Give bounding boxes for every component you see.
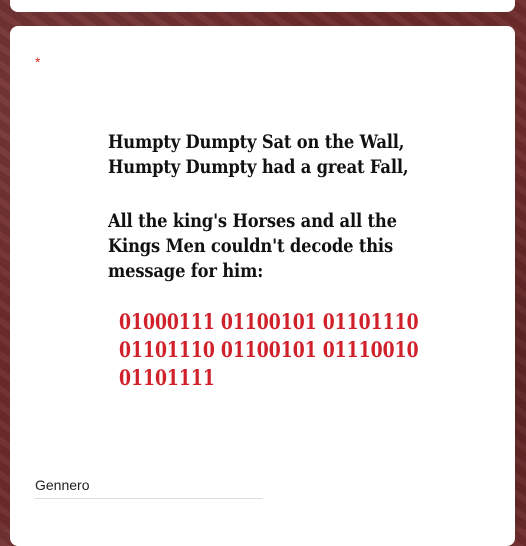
binary-line: 01101110 01100101 01110010 [119,337,419,362]
rhyme-line: Humpty Dumpty Sat on the Wall, [108,131,405,153]
riddle-line: Kings Men couldn't decode this [108,235,393,257]
answer-input[interactable]: Gennero [35,472,263,499]
binary-message: 01000111 01100101 01101110 01101110 0110… [119,308,438,392]
riddle-line: message for him: [108,260,264,282]
question-image: Humpty Dumpty Sat on the Wall, Humpty Du… [108,130,438,392]
previous-card-bottom [10,0,515,12]
riddle-line: All the king's Horses and all the [108,210,397,232]
binary-line: 01000111 01100101 01101110 [119,309,419,334]
binary-line: 01101111 [119,365,215,390]
rhyme-line: Humpty Dumpty had a great Fall, [108,156,409,178]
required-asterisk: * [35,54,41,70]
question-card: * Humpty Dumpty Sat on the Wall, Humpty … [10,26,515,546]
